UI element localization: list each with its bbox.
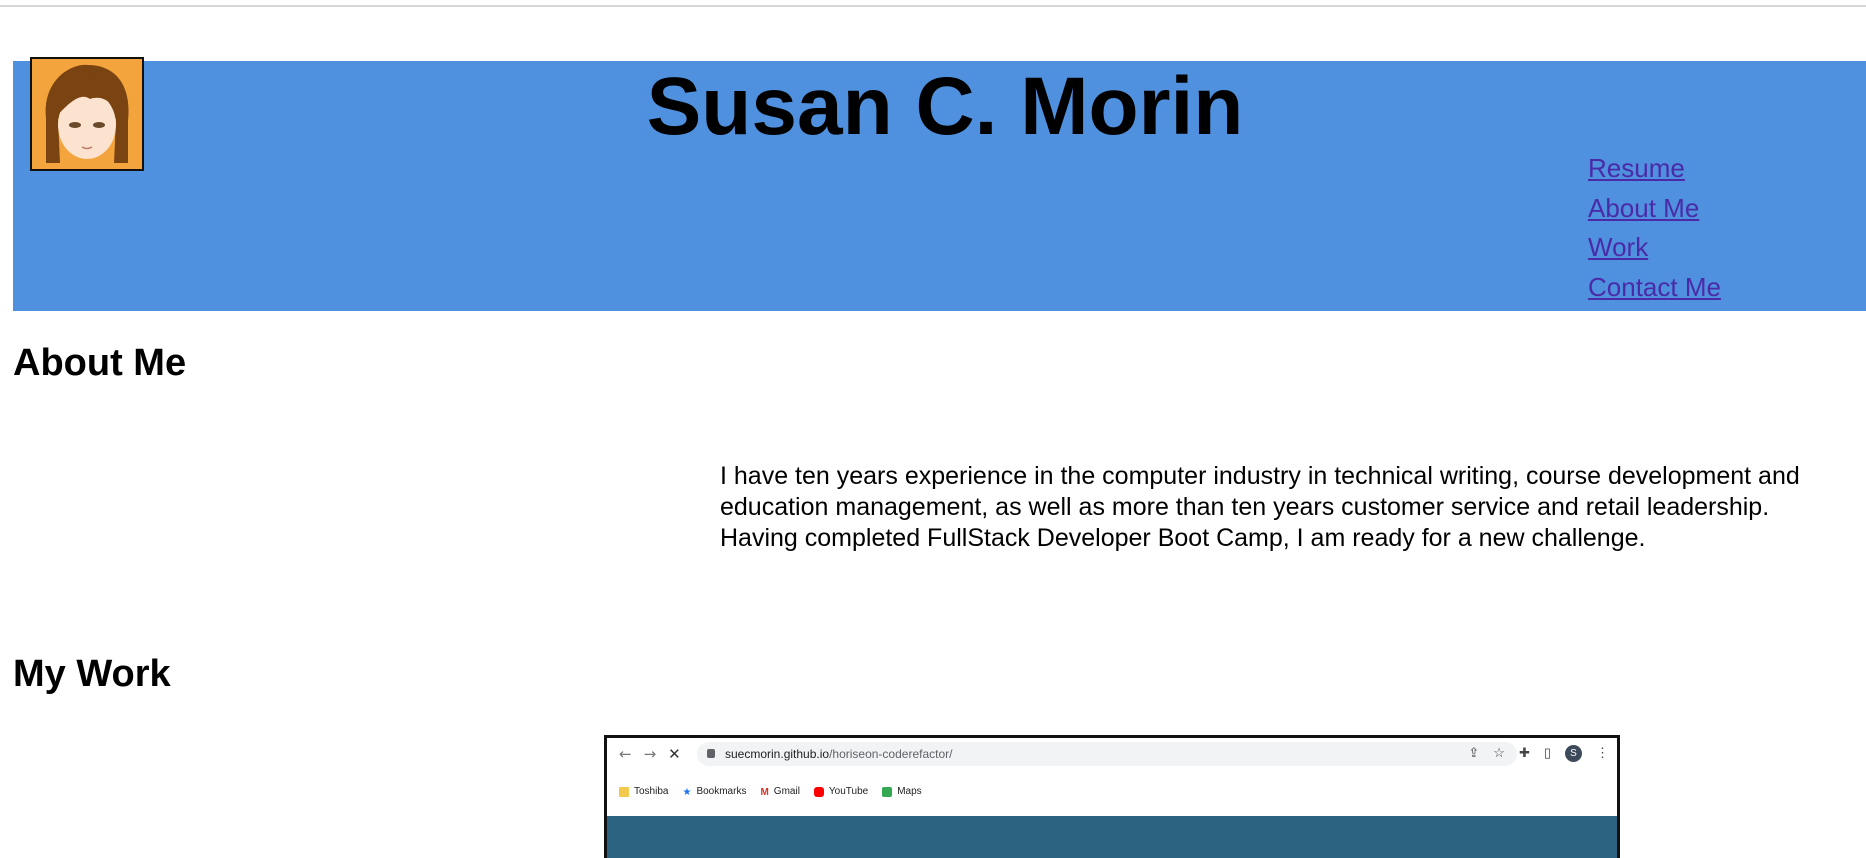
bookmark-gmail: M Gmail xyxy=(760,786,800,798)
nav-item-contact: Contact Me xyxy=(1588,267,1848,307)
lock-icon xyxy=(707,749,715,758)
folder-icon xyxy=(619,786,629,797)
page-title: Susan C. Morin xyxy=(646,61,1244,152)
nav-link-about-me[interactable]: About Me xyxy=(1588,193,1699,223)
bookmark-label: Maps xyxy=(897,786,922,797)
stop-loading-icon: ✕ xyxy=(668,745,681,763)
back-icon: ← xyxy=(619,745,632,763)
main-nav: Resume About Me Work Contact Me xyxy=(1588,148,1848,306)
screenshot-page-body xyxy=(607,816,1617,858)
about-paragraph: I have ten years experience in the compu… xyxy=(720,462,1800,552)
nav-link-resume[interactable]: Resume xyxy=(1588,153,1685,183)
forward-icon: → xyxy=(643,745,657,763)
url-path: /horiseon-coderefactor/ xyxy=(829,747,953,761)
menu-icon: ⋮ xyxy=(1596,745,1609,760)
bookmark-label: Bookmarks xyxy=(696,786,747,797)
bookmark-youtube: YouTube xyxy=(813,786,869,797)
youtube-icon xyxy=(813,786,824,797)
bookmark-toshiba: Toshiba xyxy=(619,786,668,797)
bookmark-maps: Maps xyxy=(882,786,922,797)
bookmark-label: Toshiba xyxy=(634,786,669,797)
bookmarks-bar: Toshiba ★ Bookmarks M Gmail YouTube Maps xyxy=(619,786,922,798)
browser-tools: ⇪ ☆ ✚ ▯ S ⋮ xyxy=(1468,745,1609,762)
nav-item-work: Work xyxy=(1588,227,1848,267)
star-bookmark-icon: ★ xyxy=(682,786,692,798)
bookmark-label: YouTube xyxy=(828,786,869,797)
share-icon: ⇪ xyxy=(1468,745,1480,760)
top-divider xyxy=(0,5,1866,7)
maps-icon xyxy=(882,786,893,797)
bookmark-bookmarks: ★ Bookmarks xyxy=(682,786,747,798)
address-bar: suecmorin.github.io/horiseon-coderefacto… xyxy=(697,742,1517,766)
nav-link-work[interactable]: Work xyxy=(1588,232,1648,262)
work-heading: My Work xyxy=(13,653,171,695)
profile-avatar: S xyxy=(1565,745,1582,762)
about-heading: About Me xyxy=(13,342,187,384)
nav-item-about: About Me xyxy=(1588,188,1848,228)
url-host: suecmorin.github.io xyxy=(725,747,830,761)
nav-item-resume: Resume xyxy=(1588,148,1848,188)
gmail-icon: M xyxy=(760,786,769,798)
star-icon: ☆ xyxy=(1493,745,1505,760)
extensions-icon: ✚ xyxy=(1518,745,1530,760)
sidebar-icon: ▯ xyxy=(1543,745,1551,760)
bookmark-label: Gmail xyxy=(773,786,800,797)
nav-link-contact-me[interactable]: Contact Me xyxy=(1588,272,1721,302)
